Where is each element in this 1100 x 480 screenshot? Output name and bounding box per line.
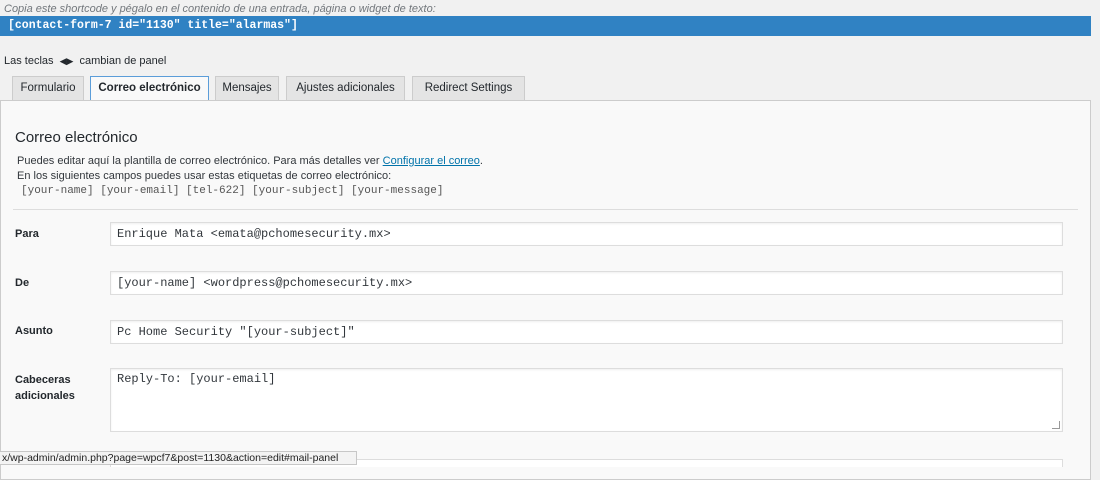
resize-handle-icon[interactable] xyxy=(1052,421,1060,429)
cabeceras-label-line1: Cabeceras xyxy=(15,374,71,386)
de-field[interactable]: [your-name] <wordpress@pchomesecurity.mx… xyxy=(110,271,1063,295)
shortcode-field[interactable]: [contact-form-7 id="1130" title="alarmas… xyxy=(0,16,1091,36)
tab-mensajes[interactable]: Mensajes xyxy=(215,76,279,100)
description-text: Puedes editar aquí la plantilla de corre… xyxy=(17,155,383,167)
mail-panel: Correo electrónico Puedes editar aquí la… xyxy=(0,100,1091,480)
tab-ajustes-adicionales[interactable]: Ajustes adicionales xyxy=(286,76,405,100)
status-bar-url: x/wp-admin/admin.php?page=wpcf7&post=113… xyxy=(0,451,357,465)
cabeceras-field[interactable]: Reply-To: [your-email] xyxy=(110,368,1063,432)
keys-hint-suffix: cambian de panel xyxy=(79,55,167,67)
tab-correo-electronico[interactable]: Correo electrónico xyxy=(90,76,209,101)
asunto-label: Asunto xyxy=(15,325,53,337)
tab-redirect-settings[interactable]: Redirect Settings xyxy=(412,76,525,100)
cabeceras-label: Cabeceras adicionales xyxy=(15,372,75,404)
description-end: . xyxy=(479,155,483,167)
keys-hint-prefix: Las teclas xyxy=(4,55,54,67)
cabeceras-label-line2: adicionales xyxy=(15,390,75,402)
para-label: Para xyxy=(15,228,39,240)
divider xyxy=(13,209,1078,210)
shortcode-hint: Copia este shortcode y pégalo en el cont… xyxy=(4,3,436,15)
tags-description: En los siguientes campos puedes usar est… xyxy=(17,170,392,182)
configure-mail-link[interactable]: Configurar el correo xyxy=(383,155,480,167)
cabeceras-value: Reply-To: [your-email] xyxy=(117,372,276,386)
mail-tags: [your-name] [your-email] [tel-622] [your… xyxy=(21,185,444,197)
left-right-arrows-icon: ◀▶ xyxy=(59,56,74,66)
de-label: De xyxy=(15,277,30,289)
tab-formulario[interactable]: Formulario xyxy=(12,76,84,100)
asunto-field[interactable]: Pc Home Security "[your-subject]" xyxy=(110,320,1063,344)
panel-title: Correo electrónico xyxy=(15,129,138,146)
para-field[interactable]: Enrique Mata <emata@pchomesecurity.mx> xyxy=(110,222,1063,246)
keys-hint: Las teclas ◀▶ cambian de panel xyxy=(4,55,166,67)
panel-description: Puedes editar aquí la plantilla de corre… xyxy=(17,155,483,167)
